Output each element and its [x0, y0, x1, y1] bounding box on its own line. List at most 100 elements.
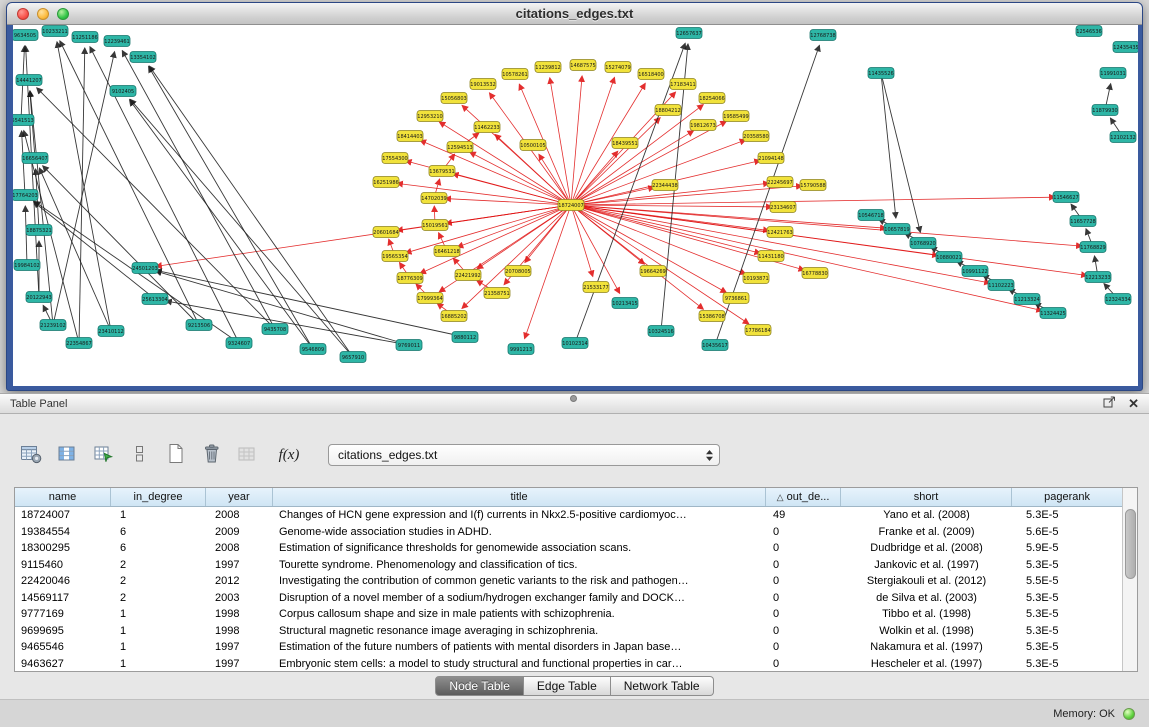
graph-node[interactable]: 12435435 — [1113, 42, 1138, 53]
tab-node-table[interactable]: Node Table — [435, 676, 524, 696]
graph-node[interactable]: 10880021 — [936, 252, 962, 263]
graph-node[interactable]: 23134607 — [770, 202, 796, 213]
graph-node[interactable]: 12657637 — [676, 28, 702, 39]
graph-node[interactable]: 20708005 — [505, 266, 531, 277]
graph-node[interactable]: 12421763 — [767, 227, 793, 238]
graph-node[interactable]: 10233211 — [42, 26, 68, 37]
column-header-name[interactable]: name — [15, 488, 111, 506]
graph-node[interactable]: 12546536 — [1076, 26, 1102, 37]
graph-node[interactable]: 22344438 — [652, 180, 678, 191]
table-row[interactable]: 946362711997Embryonic stem cells: a mode… — [15, 656, 1122, 672]
column-header-pagerank[interactable]: pagerank — [1012, 488, 1122, 506]
graph-node[interactable]: 11239812 — [535, 62, 561, 73]
close-panel-icon[interactable]: ✕ — [1128, 397, 1139, 410]
table-row[interactable]: 1830029562008Estimation of significance … — [15, 540, 1122, 557]
graph-node[interactable]: 18776309 — [397, 273, 423, 284]
graph-node[interactable]: 21533177 — [583, 282, 609, 293]
graph-node[interactable]: 10213415 — [612, 298, 638, 309]
graph-node[interactable]: 11768829 — [1080, 242, 1106, 253]
column-header-short[interactable]: short — [841, 488, 1012, 506]
graph-node[interactable]: 11431180 — [758, 251, 784, 262]
table-row[interactable]: 1872400712008Changes of HCN gene express… — [15, 507, 1122, 524]
graph-node[interactable]: 10102314 — [562, 338, 588, 349]
float-panel-icon[interactable] — [1103, 395, 1116, 413]
graph-node[interactable]: 10193871 — [743, 273, 769, 284]
table-options-button[interactable] — [16, 442, 46, 468]
graph-node[interactable]: 9102405 — [110, 86, 136, 97]
new-table-button[interactable] — [160, 442, 190, 468]
graph-node[interactable]: 9213506 — [186, 320, 212, 331]
graph-node[interactable]: 17786184 — [745, 325, 771, 336]
network-canvas[interactable]: 1872400716251986175543001841440312953210… — [13, 25, 1138, 386]
graph-node[interactable]: 9657910 — [340, 352, 366, 363]
graph-node[interactable]: 23410112 — [98, 326, 124, 337]
graph-node[interactable]: 12239461 — [104, 36, 130, 47]
graph-node[interactable]: 17554300 — [382, 153, 408, 164]
table-row[interactable]: 977716911998Corpus callosum shape and si… — [15, 606, 1122, 623]
graph-node[interactable]: 10768920 — [910, 238, 936, 249]
table-row[interactable]: 1938455462009Genome-wide association stu… — [15, 524, 1122, 541]
graph-node[interactable]: 10500105 — [520, 140, 546, 151]
tab-network-table[interactable]: Network Table — [611, 676, 714, 696]
graph-node[interactable]: 10546718 — [858, 210, 884, 221]
graph-node[interactable]: 11879930 — [1092, 105, 1118, 116]
table-select-dropdown[interactable]: citations_edges.txt — [328, 444, 720, 466]
graph-node[interactable]: 22354867 — [66, 338, 92, 349]
table-row[interactable]: 1456911722003Disruption of a novel membe… — [15, 590, 1122, 607]
scrollbar-thumb[interactable] — [1125, 509, 1136, 579]
graph-node[interactable]: 10991122 — [962, 266, 988, 277]
graph-node[interactable]: 10435617 — [702, 340, 728, 351]
graph-node[interactable]: 11251186 — [72, 32, 98, 43]
graph-node[interactable]: 18804212 — [655, 105, 681, 116]
import-table-button[interactable] — [232, 442, 262, 468]
graph-node[interactable]: 17764203 — [13, 190, 38, 201]
graph-node[interactable]: 21358751 — [484, 288, 510, 299]
graph-node[interactable]: 16251986 — [373, 177, 399, 188]
graph-node[interactable]: 9769011 — [396, 340, 422, 351]
column-header-year[interactable]: year — [206, 488, 273, 506]
graph-node[interactable]: 10578261 — [502, 69, 528, 80]
table-row[interactable]: 969969511998Structural magnetic resonanc… — [15, 623, 1122, 640]
graph-node[interactable]: 19664269 — [640, 266, 666, 277]
graph-node[interactable]: 18254066 — [699, 93, 725, 104]
graph-node[interactable]: 10324516 — [648, 326, 674, 337]
graph-node[interactable]: 11102223 — [988, 280, 1014, 291]
graph-node[interactable]: 11435526 — [868, 68, 894, 79]
graph-node[interactable]: 16656407 — [22, 153, 48, 164]
graph-node[interactable]: 15274079 — [605, 62, 631, 73]
graph-node[interactable]: 15386708 — [699, 311, 725, 322]
graph-node[interactable]: 24501203 — [132, 263, 158, 274]
graph-node[interactable]: 22245697 — [767, 177, 793, 188]
network-window-titlebar[interactable]: citations_edges.txt — [7, 3, 1142, 25]
graph-node[interactable]: 13354102 — [130, 52, 156, 63]
graph-node[interactable]: 20601684 — [373, 227, 399, 238]
graph-node[interactable]: 19812673 — [690, 120, 716, 131]
graph-node[interactable]: 18875321 — [26, 225, 52, 236]
graph-node[interactable]: 16461218 — [434, 246, 460, 257]
graph-node[interactable]: 19984102 — [14, 260, 40, 271]
graph-node[interactable]: 19013532 — [470, 79, 496, 90]
column-header-in-degree[interactable]: in_degree — [111, 488, 206, 506]
graph-node[interactable]: 19585499 — [723, 111, 749, 122]
graph-node[interactable]: 18414403 — [397, 131, 423, 142]
graph-node[interactable]: 13679531 — [429, 166, 455, 177]
edit-table-button[interactable] — [88, 442, 118, 468]
graph-node[interactable]: 11324425 — [1040, 308, 1066, 319]
graph-node[interactable]: 16518400 — [638, 69, 664, 80]
graph-node[interactable]: 12594513 — [447, 142, 473, 153]
graph-node[interactable]: 14441207 — [16, 75, 42, 86]
graph-node[interactable]: 9991213 — [508, 344, 534, 355]
graph-node[interactable]: 11991031 — [1100, 68, 1126, 79]
graph-node[interactable]: 20122943 — [26, 292, 52, 303]
panel-divider-grip[interactable] — [570, 395, 577, 402]
table-row[interactable]: 911546021997Tourette syndrome. Phenomeno… — [15, 557, 1122, 574]
graph-node[interactable]: 16885202 — [441, 311, 467, 322]
graph-node[interactable]: 12324334 — [1105, 294, 1131, 305]
graph-node[interactable]: 18724007 — [558, 200, 584, 211]
show-columns-button[interactable] — [52, 442, 82, 468]
graph-node[interactable]: 20358580 — [743, 131, 769, 142]
delete-table-button[interactable] — [196, 442, 226, 468]
graph-node[interactable]: 9736861 — [723, 293, 749, 304]
graph-node[interactable]: 9880112 — [452, 332, 478, 343]
graph-node[interactable]: 16778830 — [802, 268, 828, 279]
